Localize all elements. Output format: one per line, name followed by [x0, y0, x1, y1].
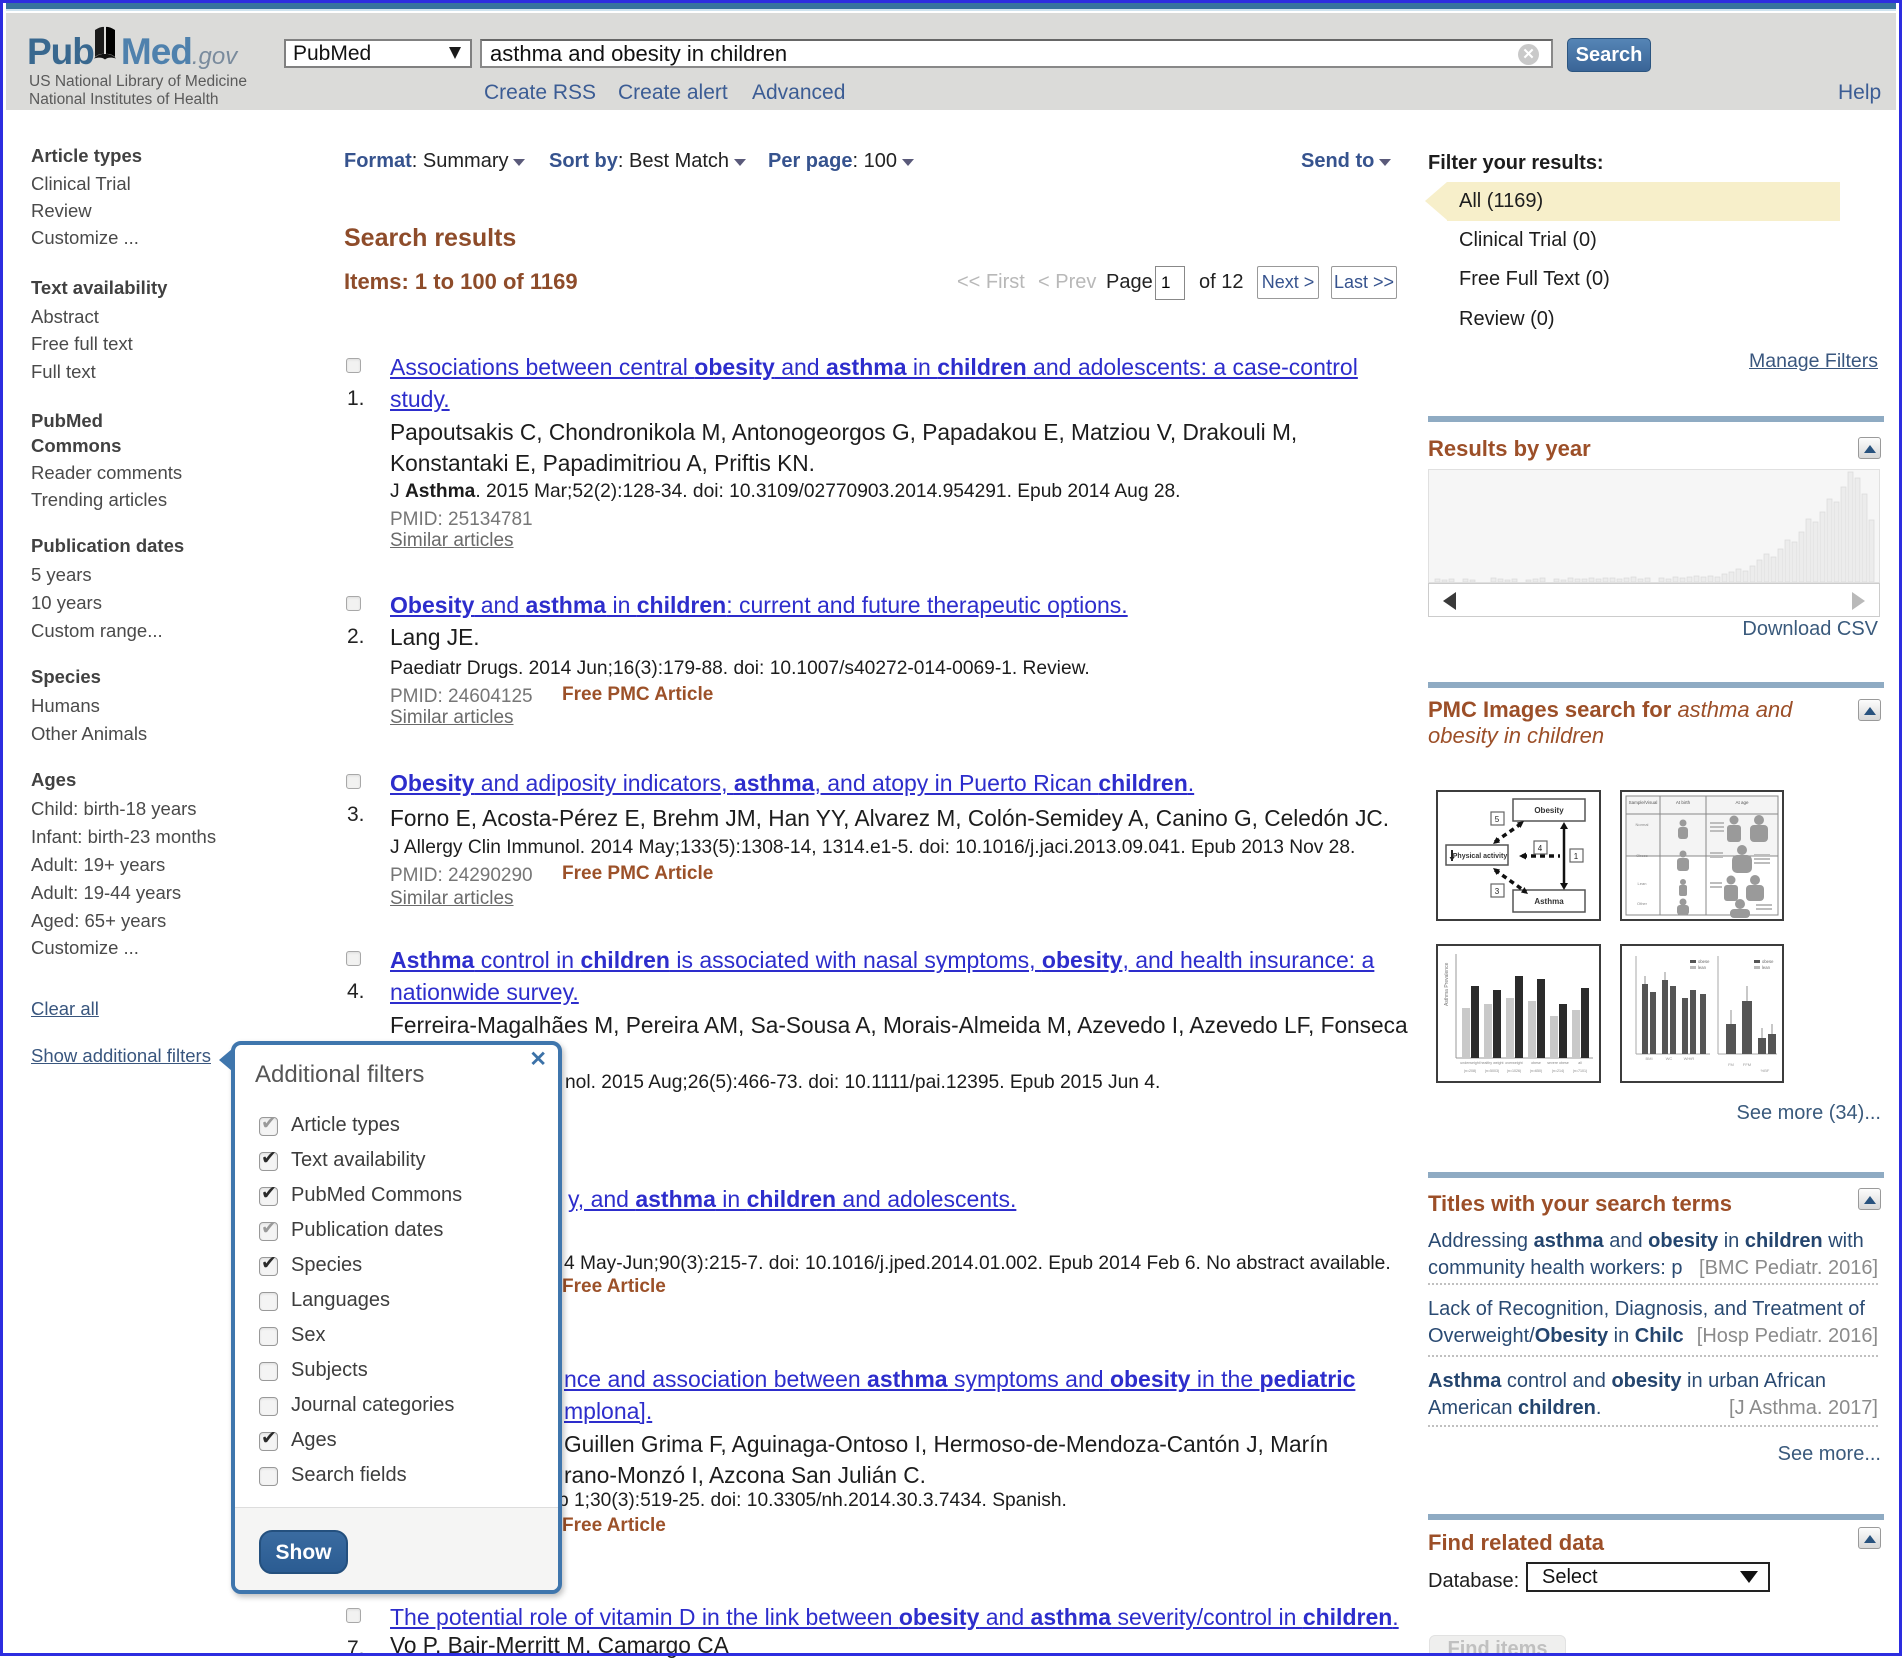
svg-text:lean: lean	[1698, 965, 1707, 970]
svg-text:healthy weight: healthy weight	[1481, 1061, 1504, 1065]
svg-text:lean: lean	[1762, 965, 1771, 970]
svg-text:obese: obese	[1698, 959, 1710, 964]
svg-text:obese: obese	[1531, 1061, 1541, 1065]
svg-text:Normal: Normal	[1636, 822, 1649, 827]
svg-text:(n=1026): (n=1026)	[1507, 1069, 1522, 1073]
svg-text:obese: obese	[1762, 959, 1774, 964]
svg-text:(n=208): (n=208)	[1464, 1069, 1477, 1073]
svg-text:%BF: %BF	[1761, 1068, 1770, 1073]
svg-text:underweight: underweight	[1460, 1061, 1480, 1065]
svg-text:FM: FM	[1728, 1062, 1734, 1067]
svg-text:all: all	[1578, 1061, 1582, 1065]
svg-text:Asthma: Asthma	[1534, 897, 1564, 906]
svg-text:BMI: BMI	[1645, 1056, 1652, 1061]
svg-text:At age: At age	[1735, 800, 1749, 805]
svg-text:severe obese: severe obese	[1547, 1061, 1569, 1065]
svg-text:4: 4	[1538, 844, 1543, 853]
svg-text:Physical activity: Physical activity	[1453, 853, 1508, 860]
svg-text:Asthma Prevalence: Asthma Prevalence	[1444, 962, 1450, 1006]
svg-text:(n=214): (n=214)	[1552, 1069, 1565, 1073]
svg-text:Other: Other	[1637, 901, 1648, 906]
svg-text:FFM: FFM	[1743, 1062, 1751, 1067]
svg-text:Obese: Obese	[1636, 853, 1649, 858]
svg-text:Lean: Lean	[1638, 881, 1647, 886]
svg-text:(n=650): (n=650)	[1530, 1069, 1543, 1073]
svg-text:WC: WC	[1666, 1056, 1673, 1061]
svg-text:WHtR: WHtR	[1684, 1056, 1695, 1061]
svg-text:At birth: At birth	[1676, 800, 1691, 805]
svg-text:1: 1	[1574, 852, 1579, 861]
svg-text:Obesity: Obesity	[1534, 806, 1564, 815]
svg-text:(n=7101): (n=7101)	[1573, 1069, 1588, 1073]
svg-text:3: 3	[1495, 887, 1500, 896]
svg-text:5: 5	[1495, 815, 1500, 824]
svg-text:overweight: overweight	[1505, 1061, 1522, 1065]
svg-text:Sample/Visual: Sample/Visual	[1629, 800, 1658, 805]
svg-text:(n=5003): (n=5003)	[1485, 1069, 1500, 1073]
